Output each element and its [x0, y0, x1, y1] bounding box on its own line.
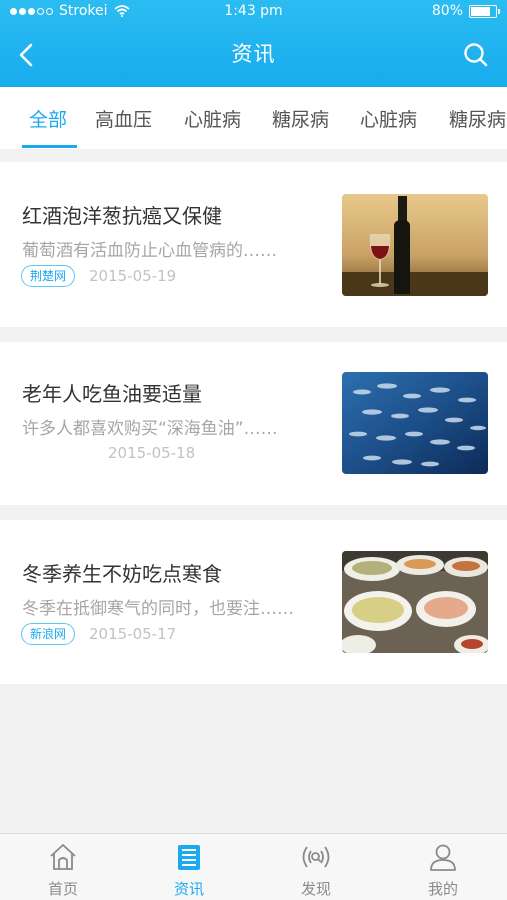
- active-tab-indicator: [22, 145, 77, 148]
- source-tag: 荆楚网: [21, 265, 76, 287]
- tab-heart-disease-2[interactable]: 心脏病: [360, 105, 417, 132]
- tabbar-news[interactable]: 资讯: [126, 834, 252, 900]
- article-card[interactable]: 老年人吃鱼油要适量 许多人都喜欢购买“深海鱼油”…… 2015-05-18: [0, 342, 507, 505]
- article-date: 2015-05-19: [89, 267, 177, 285]
- status-right: 80%: [431, 3, 500, 19]
- article-title: 红酒泡洋葱抗癌又保健: [22, 204, 222, 228]
- tab-diabetes-2[interactable]: 糖尿病: [449, 105, 506, 132]
- battery-percent: 80%: [431, 3, 463, 19]
- food-thumbnail: [342, 551, 488, 653]
- tabbar-profile[interactable]: 我的: [380, 834, 506, 900]
- article-title: 老年人吃鱼油要适量: [22, 382, 202, 406]
- source-tag: 新浪网: [21, 623, 76, 645]
- article-title: 冬季养生不妨吃点寒食: [22, 562, 222, 586]
- article-summary: 许多人都喜欢购买“深海鱼油”……: [22, 419, 278, 439]
- header: Strokei 1:43 pm 80% 资讯: [0, 0, 507, 87]
- page-title: 资讯: [231, 42, 276, 66]
- status-bar: Strokei 1:43 pm 80%: [0, 0, 507, 24]
- discover-icon: [302, 846, 330, 868]
- article-summary: 冬季在抵御寒气的同时，也要注……: [22, 599, 294, 619]
- article-date: 2015-05-18: [108, 444, 196, 462]
- tabbar-label: 发现: [300, 880, 331, 898]
- tabbar-label: 资讯: [173, 880, 204, 898]
- tab-heart-disease[interactable]: 心脏病: [184, 105, 241, 132]
- wine-thumbnail: [342, 194, 488, 296]
- tab-all[interactable]: 全部: [29, 105, 67, 132]
- article-card[interactable]: 红酒泡洋葱抗癌又保健 葡萄酒有活血防止心血管病的…… 荆楚网 2015-05-1…: [0, 162, 507, 327]
- tabbar-label: 首页: [47, 880, 78, 898]
- tab-diabetes[interactable]: 糖尿病: [272, 105, 329, 132]
- app-screen: Strokei 1:43 pm 80% 资讯 全部 高血压 心脏病 糖尿病 心脏…: [0, 0, 507, 900]
- article-date: 2015-05-17: [89, 625, 177, 643]
- tabbar-discover[interactable]: 发现: [253, 834, 379, 900]
- fish-thumbnail: [342, 372, 488, 474]
- news-icon: [178, 845, 200, 870]
- battery-icon: [469, 4, 500, 18]
- category-tabs: 全部 高血压 心脏病 糖尿病 心脏病 糖尿病: [0, 87, 507, 149]
- tabbar-label: 我的: [427, 880, 458, 898]
- article-summary: 葡萄酒有活血防止心血管病的……: [22, 241, 277, 261]
- profile-icon: [430, 844, 456, 871]
- bottom-tab-bar: 首页 资讯 发现 我的: [0, 833, 507, 900]
- search-button[interactable]: [461, 40, 491, 70]
- tabbar-home[interactable]: 首页: [0, 834, 126, 900]
- tab-hypertension[interactable]: 高血压: [95, 105, 152, 132]
- article-card[interactable]: 冬季养生不妨吃点寒食 冬季在抵御寒气的同时，也要注…… 新浪网 2015-05-…: [0, 520, 507, 684]
- home-icon: [50, 844, 76, 870]
